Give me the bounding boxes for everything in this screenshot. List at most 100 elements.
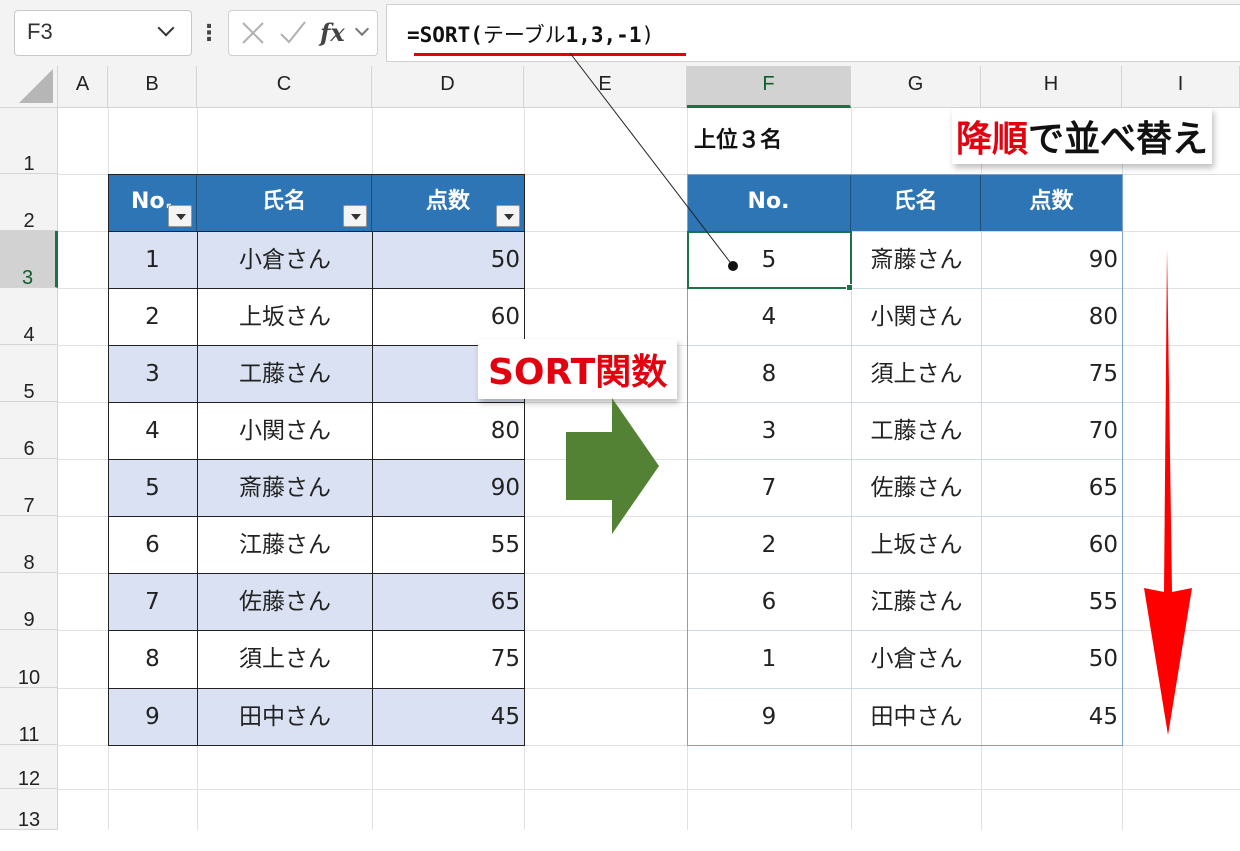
table-cell: 80 — [981, 288, 1122, 345]
table-cell: 1 — [108, 231, 197, 288]
row-header-2[interactable]: 2 — [0, 174, 58, 232]
column-header-a[interactable]: A — [58, 66, 108, 108]
insert-function-icon[interactable]: fx — [320, 14, 352, 52]
table-cell: 8 — [687, 345, 851, 402]
filter-dropdown-icon[interactable] — [343, 205, 367, 227]
row-header-5[interactable]: 5 — [0, 345, 58, 403]
table-cell: 5 — [108, 459, 197, 516]
table-cell: 7 — [687, 459, 851, 516]
table-header-cell: No. — [687, 174, 851, 231]
filter-dropdown-icon[interactable] — [168, 205, 192, 227]
row-header-9[interactable]: 9 — [0, 573, 58, 631]
table-cell: 上坂さん — [851, 516, 981, 573]
table-cell: 4 — [687, 288, 851, 345]
column-header-i[interactable]: I — [1122, 66, 1240, 108]
table-cell: 50 — [372, 231, 524, 288]
table-cell: 佐藤さん — [851, 459, 981, 516]
table-cell: 60 — [372, 288, 524, 345]
table-cell: 佐藤さん — [197, 573, 372, 630]
table-cell: 3 — [108, 345, 197, 402]
formula-args: 1,3,-1 — [565, 23, 642, 47]
sort-function-label: SORT関数 — [478, 339, 678, 399]
table-cell: 8 — [108, 630, 197, 688]
grid-vline — [1122, 108, 1123, 830]
table-cell: 7 — [108, 573, 197, 630]
header-label: 点数 — [1029, 189, 1074, 214]
table-header-cell: No. — [108, 174, 197, 231]
down-arrow-icon — [1144, 248, 1192, 735]
table-cell: 6 — [108, 516, 197, 573]
table-cell: 工藤さん — [197, 345, 372, 402]
row-header-3[interactable]: 3 — [0, 231, 58, 289]
column-header-f[interactable]: F — [687, 66, 851, 108]
row-header-11[interactable]: 11 — [0, 688, 58, 746]
column-header-h[interactable]: H — [981, 66, 1122, 108]
row-header-6[interactable]: 6 — [0, 402, 58, 460]
table-cell: 45 — [372, 688, 524, 745]
column-header-g[interactable]: G — [851, 66, 981, 108]
table-cell: 65 — [981, 459, 1122, 516]
cancel-icon[interactable] — [238, 14, 268, 52]
selected-cell-f3[interactable] — [687, 231, 852, 289]
table-cell: 須上さん — [851, 345, 981, 402]
column-header-b[interactable]: B — [108, 66, 197, 108]
grid-hline — [58, 789, 1240, 790]
row-header-7[interactable]: 7 — [0, 459, 58, 517]
table-cell: 4 — [108, 402, 197, 459]
table-header-cell: 点数 — [981, 174, 1122, 231]
table-cell: 工藤さん — [851, 402, 981, 459]
table-cell: 55 — [372, 516, 524, 573]
table-cell: 80 — [372, 402, 524, 459]
table-cell: 2 — [108, 288, 197, 345]
row-header-12[interactable]: 12 — [0, 745, 58, 790]
table-cell: 小倉さん — [851, 630, 981, 688]
table-cell: 斎藤さん — [851, 231, 981, 288]
table-header-cell: 点数 — [372, 174, 524, 231]
table-cell: 75 — [372, 630, 524, 688]
table-cell: 9 — [687, 688, 851, 745]
column-header-e[interactable]: E — [524, 66, 687, 108]
grid-vline — [524, 108, 525, 830]
header-label: No. — [131, 189, 173, 214]
table-cell: 90 — [981, 231, 1122, 288]
table-cell: 田中さん — [851, 688, 981, 745]
grid-hline — [58, 745, 1240, 746]
table-cell: 6 — [687, 573, 851, 630]
table-cell: 65 — [372, 573, 524, 630]
table-cell: 55 — [981, 573, 1122, 630]
table-cell: 45 — [981, 688, 1122, 745]
table-cell: 2 — [687, 516, 851, 573]
fill-handle[interactable] — [846, 284, 853, 291]
table-cell: 50 — [981, 630, 1122, 688]
descending-word: 降順 — [956, 119, 1029, 160]
row-header-8[interactable]: 8 — [0, 516, 58, 574]
result-heading: 上位３名 — [694, 128, 783, 153]
column-header-c[interactable]: C — [197, 66, 372, 108]
table-cell: 江藤さん — [851, 573, 981, 630]
table-cell: 田中さん — [197, 688, 372, 745]
table-cell: 90 — [372, 459, 524, 516]
table-cell: 斎藤さん — [197, 459, 372, 516]
descending-rest: で並べ替え — [1028, 119, 1209, 160]
formula-underline — [414, 53, 686, 56]
enter-check-icon[interactable] — [276, 14, 310, 52]
table-cell: 1 — [687, 630, 851, 688]
header-label: No. — [747, 189, 790, 214]
table-cell: 60 — [981, 516, 1122, 573]
table-header-cell: 氏名 — [851, 174, 981, 231]
filter-dropdown-icon[interactable] — [496, 205, 520, 227]
table-cell: 小関さん — [197, 402, 372, 459]
table-cell: 75 — [981, 345, 1122, 402]
more-options-icon[interactable]: ⋮ — [198, 14, 220, 54]
row-header-4[interactable]: 4 — [0, 288, 58, 346]
column-header-d[interactable]: D — [372, 66, 524, 108]
select-all-button[interactable] — [0, 66, 58, 108]
row-header-10[interactable]: 10 — [0, 630, 58, 689]
row-header-13[interactable]: 13 — [0, 789, 58, 831]
formula-suffix: ) — [641, 23, 655, 47]
descending-sort-caption: 降順で並べ替え — [952, 108, 1213, 164]
name-box-value: F3 — [27, 19, 53, 44]
row-header-1[interactable]: 1 — [0, 108, 58, 175]
table-cell: 小倉さん — [197, 231, 372, 288]
table-cell: 江藤さん — [197, 516, 372, 573]
